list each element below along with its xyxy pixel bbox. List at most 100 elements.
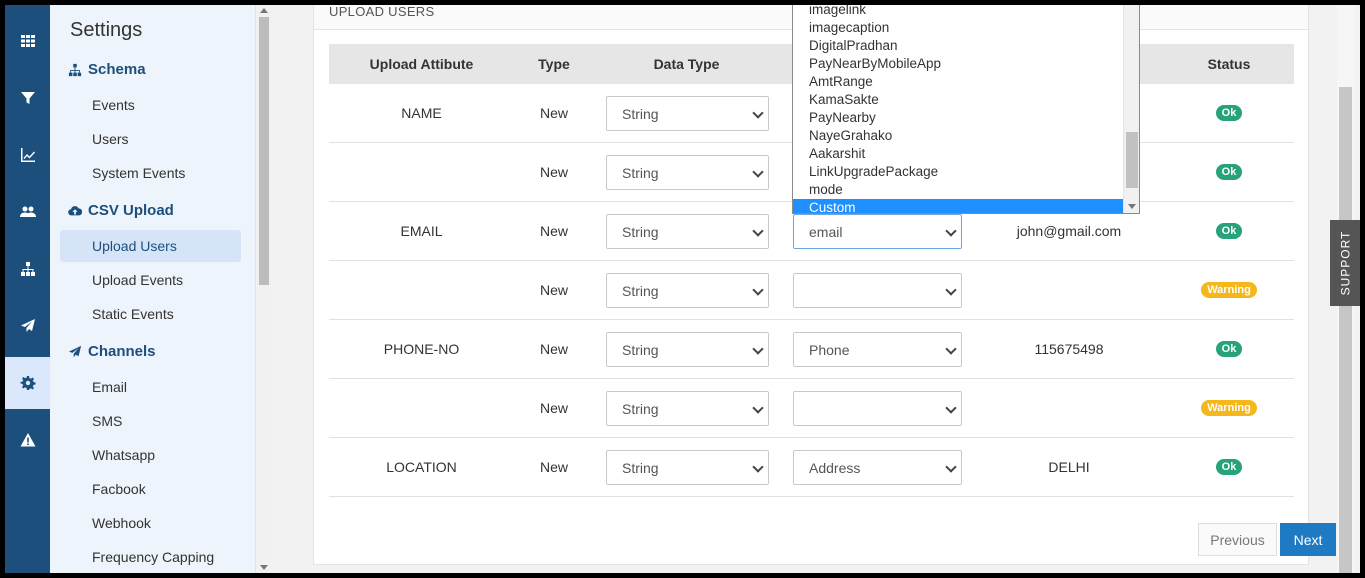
main-scroll-thumb[interactable] bbox=[1339, 87, 1352, 573]
chevron-down-icon bbox=[945, 461, 957, 473]
attribute-mapping-value: Phone bbox=[809, 341, 850, 358]
sidebar-title: Settings bbox=[70, 19, 143, 41]
type-cell: New bbox=[539, 459, 568, 475]
sidebar-item-system-events[interactable]: System Events bbox=[60, 157, 241, 189]
rail-item-filter[interactable] bbox=[5, 72, 50, 124]
chevron-down-icon bbox=[945, 343, 957, 355]
data-type-select[interactable]: String bbox=[606, 332, 769, 367]
attribute-mapping-value: email bbox=[809, 223, 843, 240]
sidebar-scroll-thumb[interactable] bbox=[259, 17, 269, 285]
sidebar-item-email[interactable]: Email bbox=[60, 371, 241, 403]
dropdown-option[interactable]: Custom bbox=[793, 199, 1123, 213]
grid-icon bbox=[20, 35, 35, 47]
rail-item-alerts[interactable] bbox=[5, 414, 50, 466]
filter-icon bbox=[20, 92, 35, 104]
section-channels-label: Channels bbox=[88, 343, 156, 360]
section-schema: Schema bbox=[68, 61, 146, 78]
dropdown-option[interactable]: PayNearby bbox=[793, 109, 1123, 127]
status-cell: Ok bbox=[1179, 202, 1279, 260]
table-row: LOCATION New String Address DELHI Ok bbox=[329, 438, 1294, 497]
sidebar-item-facbook[interactable]: Facbook bbox=[60, 473, 241, 505]
support-label: SUPPORT bbox=[1338, 230, 1353, 296]
section-schema-label: Schema bbox=[88, 61, 146, 78]
dropdown-option[interactable]: DigitalPradhan bbox=[793, 37, 1123, 55]
support-tab[interactable]: SUPPORT bbox=[1330, 220, 1360, 306]
chevron-down-icon bbox=[945, 284, 957, 296]
sidebar-item-sms[interactable]: SMS bbox=[60, 405, 241, 437]
type-cell: New bbox=[539, 105, 568, 121]
sidebar-item-label: Webhook bbox=[92, 515, 151, 531]
sidebar-item-label: SMS bbox=[92, 413, 123, 429]
rail-item-hierarchy[interactable] bbox=[5, 243, 50, 295]
sidebar-scrollbar[interactable] bbox=[255, 5, 271, 573]
data-type-select[interactable]: String bbox=[606, 155, 769, 190]
type-cell: New bbox=[539, 223, 568, 239]
sidebar-item-frequency-capping[interactable]: Frequency Capping bbox=[60, 541, 241, 573]
status-cell: Ok bbox=[1179, 438, 1279, 496]
attribute-mapping-select[interactable]: email bbox=[793, 214, 962, 249]
dropdown-option[interactable]: NayeGrahako bbox=[793, 127, 1123, 145]
dropdown-option[interactable]: Aakarshit bbox=[793, 145, 1123, 163]
section-channels: Channels bbox=[68, 343, 156, 360]
sidebar-item-label: Frequency Capping bbox=[92, 549, 215, 565]
previous-button[interactable]: Previous bbox=[1198, 523, 1277, 556]
header-upload-attribute: Upload Attibute bbox=[369, 56, 474, 72]
chevron-down-icon bbox=[752, 107, 764, 119]
rail-item-analytics[interactable] bbox=[5, 129, 50, 181]
sitemap-icon bbox=[20, 262, 35, 276]
data-type-select[interactable]: String bbox=[606, 96, 769, 131]
dropdown-option[interactable]: imagelink bbox=[793, 5, 1123, 19]
sample-value-cell bbox=[979, 261, 1159, 319]
table-row: PHONE-NO New String Phone 115675498 Ok bbox=[329, 320, 1294, 379]
settings-sidebar: Settings Schema Events Users System Even… bbox=[50, 5, 255, 573]
dropdown-option[interactable]: PayNearByMobileApp bbox=[793, 55, 1123, 73]
paper-plane-icon bbox=[68, 345, 82, 357]
mapping-dropdown-listbox[interactable]: imagelink imagecaption DigitalPradhan PayNe… bbox=[792, 5, 1140, 214]
dropdown-option[interactable]: KamaSakte bbox=[793, 91, 1123, 109]
sidebar-item-label: Upload Events bbox=[92, 272, 184, 288]
attribute-mapping-select[interactable]: Phone bbox=[793, 332, 962, 367]
dropdown-scroll-thumb[interactable] bbox=[1126, 132, 1138, 188]
attribute-mapping-select[interactable]: Address bbox=[793, 450, 962, 485]
rail-item-campaigns[interactable] bbox=[5, 300, 50, 352]
dropdown-option[interactable]: imagecaption bbox=[793, 19, 1123, 37]
dropdown-scrollbar[interactable] bbox=[1123, 5, 1139, 213]
dropdown-option[interactable]: AmtRange bbox=[793, 73, 1123, 91]
scroll-down-arrow-icon[interactable] bbox=[1128, 204, 1136, 209]
sidebar-item-webhook[interactable]: Webhook bbox=[60, 507, 241, 539]
status-cell: Ok bbox=[1179, 320, 1279, 378]
attribute-cell bbox=[329, 379, 514, 437]
data-type-select[interactable]: String bbox=[606, 450, 769, 485]
dropdown-option[interactable]: LinkUpgradePackage bbox=[793, 163, 1123, 181]
sidebar-item-whatsapp[interactable]: Whatsapp bbox=[60, 439, 241, 471]
scroll-down-arrow-icon[interactable] bbox=[260, 565, 268, 570]
attribute-mapping-select[interactable] bbox=[793, 391, 962, 426]
sidebar-item-users[interactable]: Users bbox=[60, 123, 241, 155]
data-type-select[interactable]: String bbox=[606, 273, 769, 308]
chevron-down-icon bbox=[945, 225, 957, 237]
warning-icon bbox=[20, 433, 35, 447]
data-type-value: String bbox=[622, 341, 659, 358]
next-button[interactable]: Next bbox=[1280, 523, 1336, 556]
rail-item-dashboard[interactable] bbox=[5, 15, 50, 67]
data-type-select[interactable]: String bbox=[606, 214, 769, 249]
data-type-select[interactable]: String bbox=[606, 391, 769, 426]
section-csv-upload-label: CSV Upload bbox=[88, 202, 174, 219]
data-type-value: String bbox=[622, 459, 659, 476]
dropdown-option[interactable]: mode bbox=[793, 181, 1123, 199]
type-cell: New bbox=[539, 400, 568, 416]
rail-item-users[interactable] bbox=[5, 186, 50, 238]
scroll-up-arrow-icon[interactable] bbox=[260, 8, 268, 13]
chart-line-icon bbox=[20, 148, 35, 162]
rail-item-settings[interactable] bbox=[5, 357, 50, 409]
table-row: New String Warning bbox=[329, 261, 1294, 320]
sidebar-item-events[interactable]: Events bbox=[60, 89, 241, 121]
card-title: UPLOAD USERS bbox=[329, 5, 435, 19]
chevron-down-icon bbox=[752, 461, 764, 473]
status-badge: Ok bbox=[1215, 164, 1243, 180]
chevron-down-icon bbox=[752, 166, 764, 178]
sidebar-item-upload-users[interactable]: Upload Users bbox=[60, 230, 241, 262]
attribute-mapping-select[interactable] bbox=[793, 273, 962, 308]
sidebar-item-upload-events[interactable]: Upload Events bbox=[60, 264, 241, 296]
sidebar-item-static-events[interactable]: Static Events bbox=[60, 298, 241, 330]
